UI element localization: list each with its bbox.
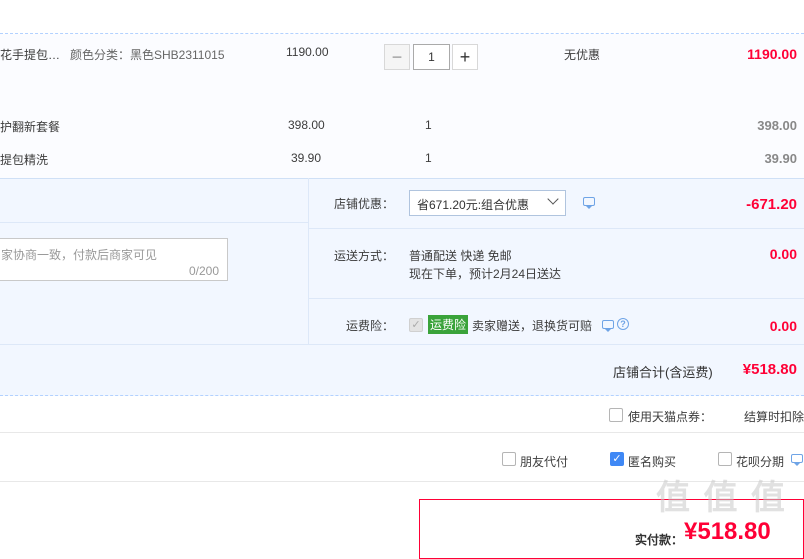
shop-discount-label: 店铺优惠：: [334, 197, 395, 211]
pay-amount: ¥518.80: [684, 518, 771, 545]
item-quantity: 1: [425, 151, 432, 165]
friend-pay-label[interactable]: 朋友代付: [520, 453, 568, 470]
quantity-input[interactable]: 1: [413, 44, 450, 70]
item-name[interactable]: 提包精洗: [0, 151, 48, 168]
shop-total-divider: [0, 395, 804, 396]
huabei-label[interactable]: 花呗分期: [736, 453, 784, 470]
item-subtotal: 1190.00: [747, 46, 797, 62]
insurance-checkbox: ✓: [409, 318, 423, 332]
insurance-label: 运费险：: [346, 319, 395, 333]
watermark-logo: 值 值 值: [656, 479, 787, 517]
insurance-amount: 0.00: [769, 318, 797, 334]
insurance-desc: 卖家赠送，退换货可赔: [472, 319, 593, 333]
anonymous-label[interactable]: 匿名购买: [628, 453, 676, 470]
huabei-checkbox[interactable]: [718, 452, 732, 466]
item-unit-price: 1190.00: [286, 45, 329, 59]
help-icon[interactable]: ?: [617, 318, 629, 330]
divider: [309, 228, 804, 229]
seller-message-field[interactable]: 家协商一致，付款后商家可见 0/200: [0, 238, 228, 281]
quantity-decrease-button[interactable]: −: [384, 44, 410, 70]
chat-icon[interactable]: [602, 320, 614, 332]
shipping-label: 运送方式：: [334, 249, 395, 263]
divider: [0, 222, 308, 223]
shop-discount-select[interactable]: 省671.20元:组合优惠: [409, 190, 566, 216]
item-unit-price: 39.90: [291, 151, 322, 165]
divider: [309, 298, 804, 299]
shipping-method: 普通配送 快递 免邮: [409, 249, 512, 263]
quantity-increase-button[interactable]: +: [452, 44, 478, 70]
item-discount: 无优惠: [564, 48, 601, 62]
shop-discount-selected: 省671.20元:组合优惠: [417, 198, 530, 212]
divider: [0, 344, 804, 345]
chat-icon[interactable]: [791, 454, 803, 466]
chevron-down-icon: [547, 193, 559, 205]
divider: [0, 178, 804, 179]
item-variant: 颜色分类：黑色SHB2311015: [70, 48, 225, 62]
pay-label: 实付款：: [635, 533, 684, 547]
shipping-amount: 0.00: [769, 246, 797, 262]
divider: [0, 432, 804, 433]
coupon-note: 结算时扣除: [744, 410, 804, 424]
chat-icon[interactable]: [583, 197, 595, 209]
shop-total-amount: ¥518.80: [742, 361, 797, 378]
item-name[interactable]: 花手提包…: [0, 46, 60, 63]
anonymous-checkbox[interactable]: ✓: [610, 452, 624, 466]
friend-pay-checkbox[interactable]: [502, 452, 516, 466]
coupon-checkbox[interactable]: [609, 408, 623, 422]
shipping-eta: 现在下单，预计2月24日送达: [409, 267, 562, 281]
message-counter: 0/200: [188, 264, 219, 278]
item-subtotal: 398.00: [757, 118, 797, 133]
shop-discount-amount: -671.20: [746, 196, 797, 213]
item-unit-price: 398.00: [288, 118, 325, 132]
coupon-label: 使用天猫点券：: [628, 410, 713, 424]
item-name[interactable]: 护翻新套餐: [0, 118, 60, 135]
shop-total-label: 店铺合计(含运费): [613, 365, 713, 380]
item-quantity: 1: [425, 118, 432, 132]
item-subtotal: 39.90: [764, 151, 797, 166]
insurance-badge: 运费险: [428, 315, 469, 334]
vertical-divider: [308, 178, 309, 344]
seller-message-placeholder: 家协商一致，付款后商家可见: [1, 248, 158, 262]
